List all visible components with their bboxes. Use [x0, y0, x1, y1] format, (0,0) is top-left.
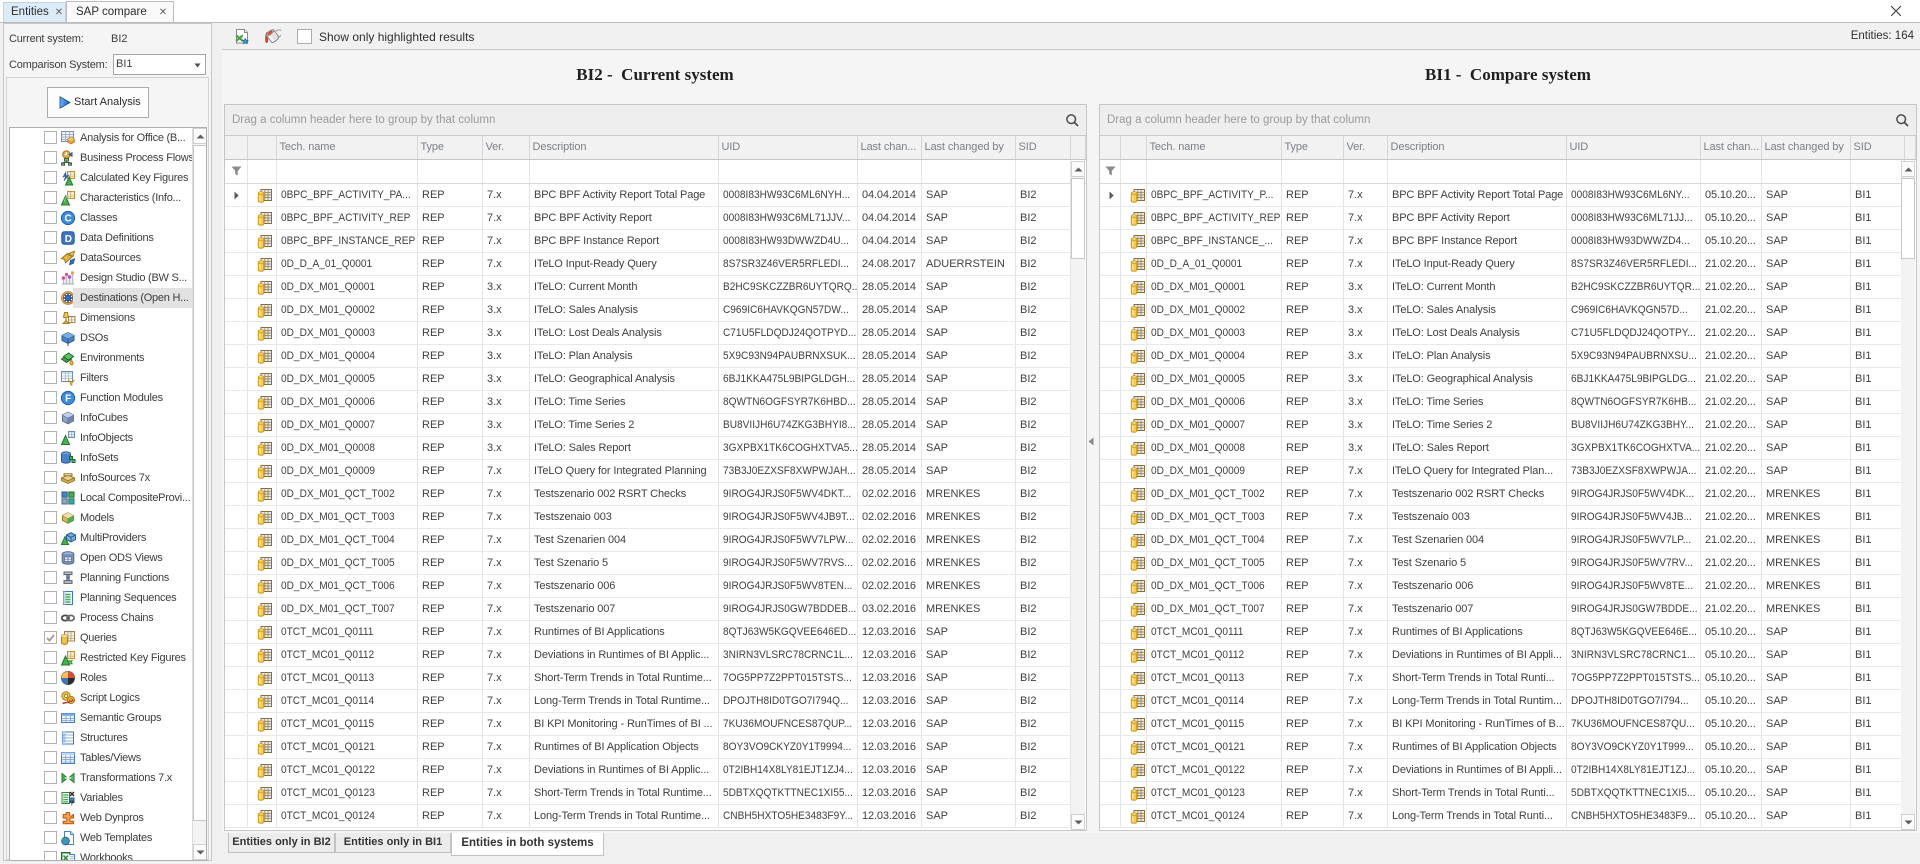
svg-text:D: D	[65, 234, 72, 245]
svg-text:C: C	[65, 214, 72, 225]
svg-text:F: F	[65, 394, 71, 405]
